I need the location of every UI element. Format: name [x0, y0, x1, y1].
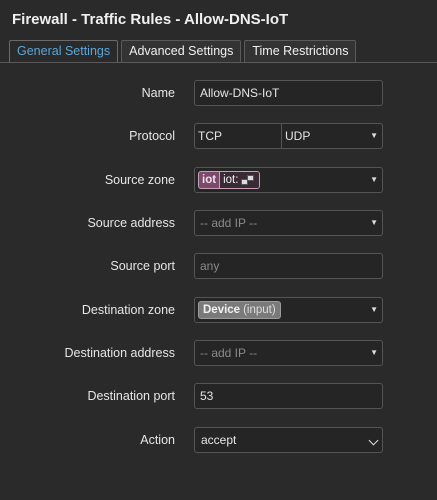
destination-zone-label: Destination zone: [81, 303, 175, 317]
zone-network-label: iot:: [223, 174, 239, 186]
destination-zone-row: Destination zone Device (input) ▼: [0, 297, 437, 323]
destination-address-select[interactable]: -- add IP -- ▼: [194, 340, 383, 366]
destination-zone-select[interactable]: Device (input) ▼: [194, 297, 383, 323]
action-row: Action accept: [0, 427, 437, 453]
zone-networks: iot:: [219, 172, 260, 188]
caret-down-icon: ▼: [370, 175, 378, 184]
protocol-udp: UDP: [285, 129, 311, 143]
chevron-down-icon: [368, 435, 379, 446]
zone-badge: iot iot:: [198, 171, 261, 189]
destination-port-input[interactable]: [194, 383, 383, 409]
device-badge: Device (input): [198, 301, 281, 319]
destination-address-row: Destination address -- add IP -- ▼: [0, 340, 437, 366]
destination-address-label: Destination address: [64, 346, 175, 360]
protocol-tcp: TCP: [195, 124, 282, 148]
name-input[interactable]: [194, 80, 383, 106]
tab-general-settings[interactable]: General Settings: [9, 40, 119, 62]
firewall-rule-editor: Firewall - Traffic Rules - Allow-DNS-IoT…: [0, 0, 437, 500]
source-zone-row: Source zone iot iot: ▼: [0, 167, 437, 193]
source-zone-select[interactable]: iot iot: ▼: [194, 167, 383, 193]
source-port-input[interactable]: [194, 253, 383, 279]
protocol-label: Protocol: [129, 129, 175, 143]
action-select[interactable]: accept: [194, 427, 383, 453]
source-address-label: Source address: [87, 216, 175, 230]
name-row: Name: [0, 80, 437, 106]
source-zone-label: Source zone: [104, 173, 175, 187]
tab-time-restrictions[interactable]: Time Restrictions: [244, 40, 357, 62]
source-port-label: Source port: [110, 259, 175, 273]
protocol-row: Protocol TCP UDP ▼: [0, 123, 437, 149]
source-address-select[interactable]: -- add IP -- ▼: [194, 210, 383, 236]
caret-down-icon: ▼: [370, 348, 378, 357]
tab-divider: [0, 62, 437, 63]
tab-bar: General Settings Advanced Settings Time …: [9, 40, 437, 62]
tab-advanced-settings[interactable]: Advanced Settings: [121, 40, 242, 62]
source-port-row: Source port: [0, 253, 437, 279]
destination-address-placeholder: -- add IP --: [200, 346, 258, 360]
caret-down-icon: ▼: [370, 305, 378, 314]
network-icon: [241, 174, 256, 186]
destination-port-label: Destination port: [87, 389, 175, 403]
action-label: Action: [140, 433, 175, 447]
action-value: accept: [201, 433, 237, 447]
protocol-select[interactable]: TCP UDP ▼: [194, 123, 383, 149]
source-address-row: Source address -- add IP -- ▼: [0, 210, 437, 236]
name-label: Name: [141, 86, 175, 100]
source-address-placeholder: -- add IP --: [200, 216, 258, 230]
caret-down-icon: ▼: [370, 218, 378, 227]
caret-down-icon: ▼: [370, 131, 378, 140]
device-sub: (input): [243, 304, 276, 316]
destination-port-row: Destination port: [0, 383, 437, 409]
device-name: Device: [203, 304, 241, 316]
zone-name: iot: [202, 174, 217, 186]
page-title: Firewall - Traffic Rules - Allow-DNS-IoT: [12, 11, 289, 28]
